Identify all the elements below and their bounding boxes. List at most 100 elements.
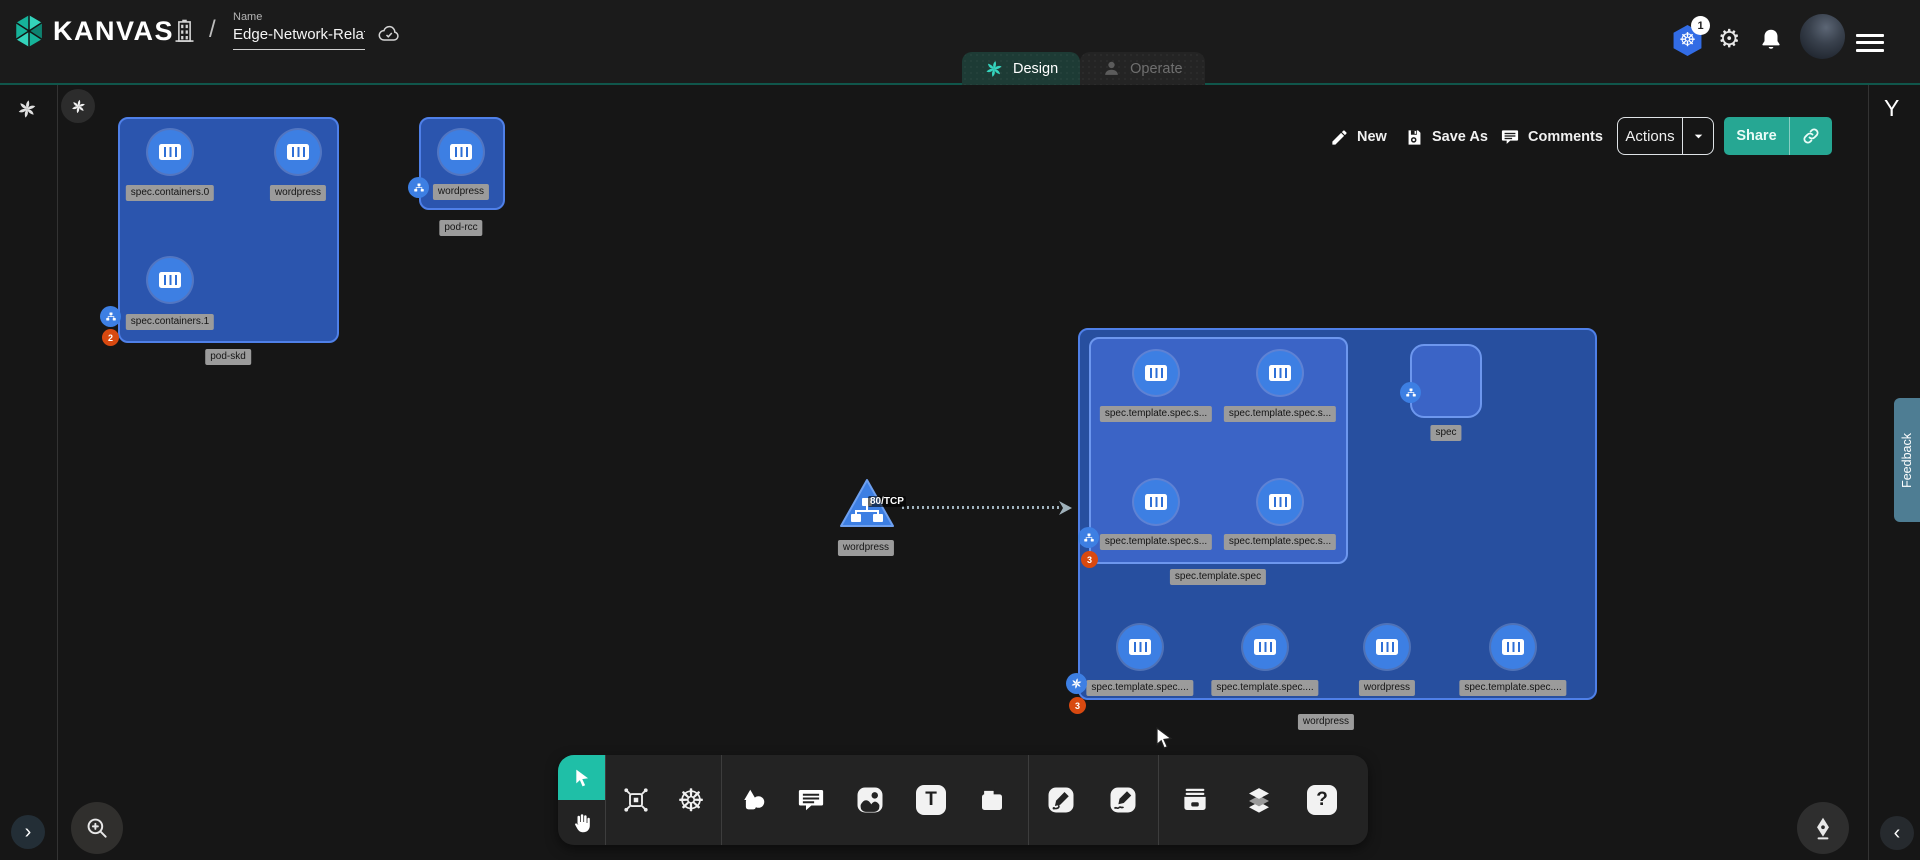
chevron-right-icon: ›: [25, 821, 32, 844]
container-icon: [1376, 639, 1398, 655]
organization-icon[interactable]: [171, 18, 198, 50]
group-spec-template-spec[interactable]: [1089, 337, 1348, 564]
tab-operate[interactable]: Operate: [1080, 52, 1204, 85]
node-label: spec.containers.0: [126, 185, 214, 201]
node-wordpress-container[interactable]: [276, 130, 320, 174]
actions-dropdown-caret[interactable]: [1683, 129, 1713, 144]
floating-spiral-badge[interactable]: [61, 89, 95, 123]
kanvas-logo-icon: [14, 14, 44, 48]
comment-tool[interactable]: [789, 778, 833, 822]
settings-gear-icon[interactable]: ⚙: [1718, 24, 1740, 54]
error-count-badge[interactable]: 2: [102, 329, 119, 346]
pan-tool[interactable]: [558, 800, 605, 845]
node-template-container[interactable]: [1258, 480, 1302, 524]
user-avatar[interactable]: [1800, 14, 1845, 59]
drawer-icon: [1180, 785, 1210, 815]
magnifier-plus-icon: [84, 815, 110, 841]
shapes-tool[interactable]: [732, 778, 776, 822]
node-spec-containers-0[interactable]: [148, 130, 192, 174]
node-label: spec.template.spec.s...: [1100, 534, 1212, 550]
design-name-input[interactable]: Edge-Network-Relatio: [233, 26, 365, 50]
node-label: wordpress: [433, 184, 489, 200]
vector-pen-icon: [1046, 785, 1076, 815]
new-button[interactable]: New: [1330, 120, 1387, 154]
feedback-label: Feedback: [1900, 433, 1914, 488]
text-tool[interactable]: T: [909, 778, 953, 822]
node-spec-containers-1[interactable]: [148, 258, 192, 302]
comments-icon: [1500, 127, 1520, 147]
node-label: wordpress: [1359, 680, 1415, 696]
node-label: wordpress: [270, 185, 326, 201]
help-tool[interactable]: ?: [1300, 778, 1344, 822]
share-button[interactable]: Share: [1724, 117, 1832, 155]
actions-button[interactable]: Actions: [1617, 117, 1714, 155]
node-template-container[interactable]: [1134, 480, 1178, 524]
container-icon: [1145, 365, 1167, 381]
node-wordpress-volume[interactable]: [1365, 625, 1409, 669]
note-tool[interactable]: [970, 778, 1014, 822]
service-edge[interactable]: [902, 506, 1060, 509]
container-icon: [1145, 494, 1167, 510]
components-tool[interactable]: [614, 778, 658, 822]
floppy-save-icon: [1405, 128, 1424, 147]
save-as-button[interactable]: Save As: [1405, 120, 1488, 154]
node-wordpress-container[interactable]: [439, 130, 483, 174]
right-panel-toggle[interactable]: Y: [1884, 95, 1899, 122]
group-relationship-badge[interactable]: [1400, 382, 1421, 403]
help-tool-tile: ?: [1307, 785, 1337, 815]
comment-icon: [796, 785, 826, 815]
sitemap-icon: [413, 182, 425, 194]
node-volume[interactable]: [1118, 625, 1162, 669]
share-label: Share: [1724, 128, 1789, 144]
group-label: pod-skd: [205, 349, 251, 365]
error-count-badge[interactable]: 3: [1069, 697, 1086, 714]
dock-divider: [1028, 755, 1029, 845]
group-relationship-badge[interactable]: [1078, 527, 1099, 548]
spiral-icon: [70, 98, 87, 115]
copy-link-button[interactable]: [1790, 126, 1832, 146]
node-template-container[interactable]: [1134, 351, 1178, 395]
container-icon: [159, 272, 181, 288]
node-spec[interactable]: [1410, 344, 1482, 418]
container-icon: [159, 144, 181, 160]
name-field-label: Name: [233, 11, 365, 23]
node-volume[interactable]: [1243, 625, 1287, 669]
freehand-pencil-tool[interactable]: [1101, 778, 1145, 822]
zoom-button[interactable]: [71, 802, 123, 854]
error-count-badge[interactable]: 3: [1081, 551, 1098, 568]
comments-button[interactable]: Comments: [1500, 120, 1603, 154]
kanvas-logo[interactable]: KANVAS: [14, 14, 174, 48]
kubernetes-tool[interactable]: ☸: [669, 778, 713, 822]
pen-nib-button[interactable]: [1797, 802, 1849, 854]
expand-left-panel-button[interactable]: ›: [11, 815, 45, 849]
layers-tool[interactable]: [1237, 778, 1281, 822]
breadcrumb-slash: /: [209, 16, 216, 44]
tab-design[interactable]: Design: [962, 52, 1080, 85]
meshery-spiral-icon[interactable]: [16, 98, 38, 120]
image-tool[interactable]: [848, 778, 892, 822]
group-label: spec.template.spec: [1170, 569, 1266, 585]
layers-icon: [1244, 785, 1274, 815]
image-icon: [855, 785, 885, 815]
sitemap-icon: [1083, 532, 1095, 544]
group-relationship-badge[interactable]: [100, 306, 121, 327]
mouse-cursor: [1152, 726, 1176, 752]
group-relationship-badge[interactable]: [408, 177, 429, 198]
notifications-bell-icon[interactable]: [1758, 27, 1784, 58]
dock-divider: [721, 755, 722, 845]
edge-pen-tool[interactable]: [1039, 778, 1083, 822]
hamburger-menu-icon[interactable]: [1856, 29, 1884, 56]
container-icon: [1269, 365, 1291, 381]
sitemap-icon: [105, 311, 117, 323]
node-label: spec.template.spec.s...: [1100, 406, 1212, 422]
node-label: spec.template.spec....: [1086, 680, 1193, 696]
node-label: spec.template.spec....: [1459, 680, 1566, 696]
node-template-container[interactable]: [1258, 351, 1302, 395]
feedback-tab[interactable]: Feedback: [1894, 398, 1920, 522]
collapse-right-panel-button[interactable]: ‹: [1880, 816, 1914, 850]
select-tool[interactable]: [558, 755, 605, 800]
node-volume[interactable]: [1491, 625, 1535, 669]
operate-tab-icon: [1102, 59, 1121, 78]
deployment-spiral-badge[interactable]: [1066, 673, 1087, 694]
import-drawer-tool[interactable]: [1173, 778, 1217, 822]
